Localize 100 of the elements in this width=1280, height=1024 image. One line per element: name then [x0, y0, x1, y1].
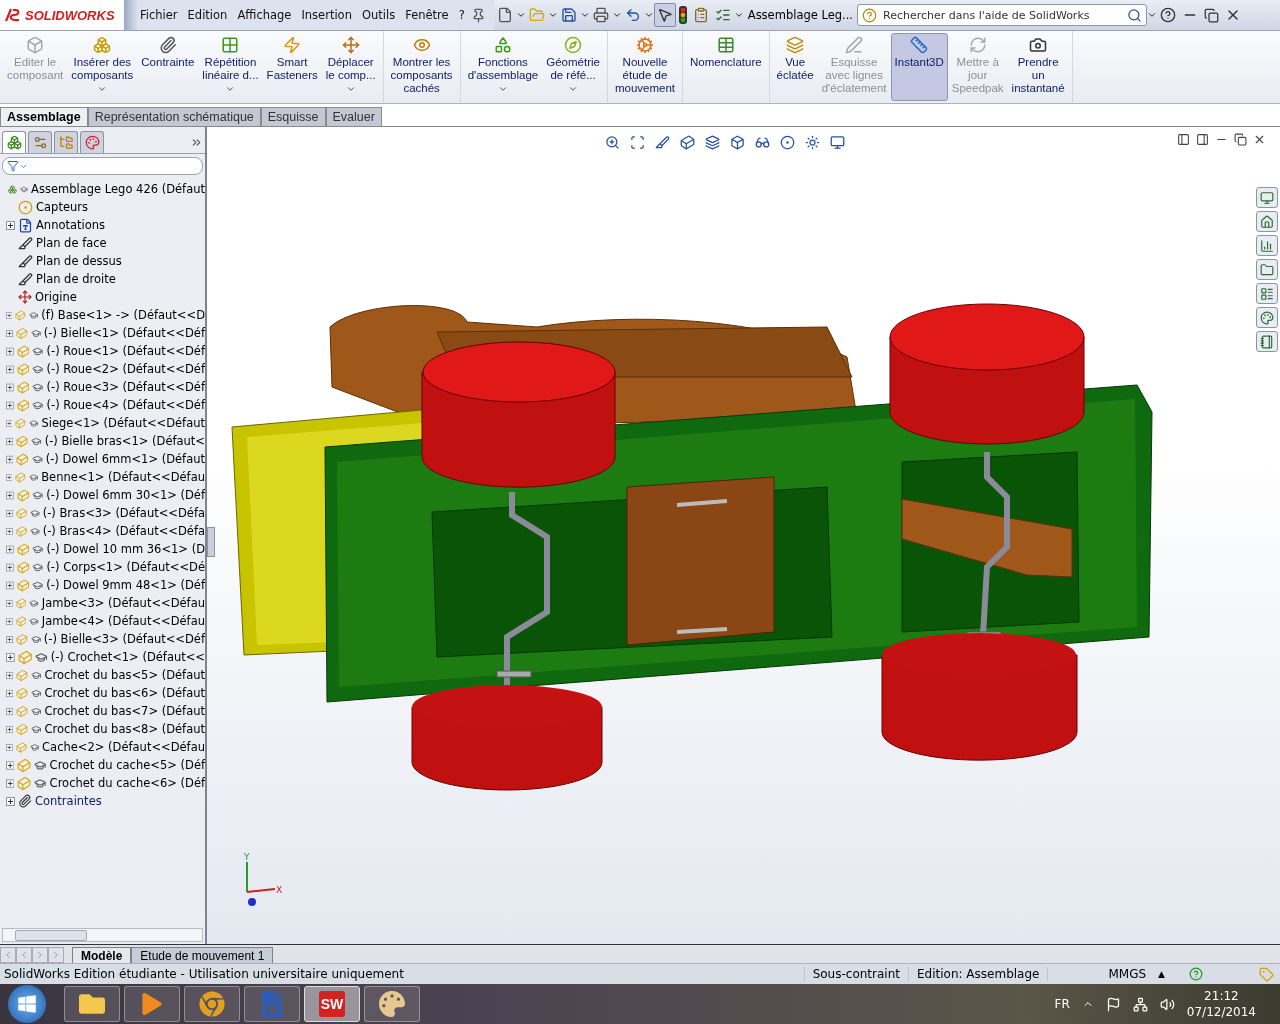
- expand-icon[interactable]: [6, 454, 14, 464]
- task-pane-button[interactable]: [1256, 211, 1278, 232]
- task-pane-button[interactable]: [1256, 235, 1278, 256]
- expand-icon[interactable]: [6, 436, 14, 446]
- tree-item[interactable]: Cache<2> (Défaut<<Défau: [6, 738, 205, 756]
- expand-icon[interactable]: [6, 724, 14, 734]
- tree-item[interactable]: (-) Bielle<3> (Défaut<<Déf: [6, 630, 205, 648]
- expand-icon[interactable]: [6, 688, 14, 698]
- tree-item[interactable]: Jambe<4> (Défaut<<Défau: [6, 612, 205, 630]
- expand-icon[interactable]: [6, 796, 15, 806]
- ribbon-button[interactable]: Nouvelle étude de mouvement: [610, 33, 679, 101]
- tree-item[interactable]: Crochet du bas<5> (Défaut: [6, 666, 205, 684]
- tree-item[interactable]: (-) Dowel 9mm 48<1> (Déf: [6, 576, 205, 594]
- taskbar-button[interactable]: [124, 986, 180, 1022]
- menu-item[interactable]: Fichier: [136, 8, 182, 22]
- expand-icon[interactable]: [6, 310, 13, 320]
- tree-item[interactable]: Siege<1> (Défaut<<Défaut: [6, 414, 205, 432]
- task-pane-button[interactable]: [1256, 259, 1278, 280]
- save-icon[interactable]: [560, 7, 577, 23]
- panel-tab[interactable]: [28, 131, 52, 153]
- tree-item[interactable]: Origine: [6, 288, 205, 306]
- new-document-icon[interactable]: [496, 7, 513, 23]
- expand-icon[interactable]: [6, 652, 15, 662]
- ribbon-button[interactable]: Montrer les composants cachés: [386, 33, 457, 101]
- menu-item[interactable]: Fenêtre: [401, 8, 453, 22]
- expand-icon[interactable]: [6, 400, 14, 410]
- restore-icon[interactable]: [1204, 7, 1219, 23]
- tree-item[interactable]: (-) Roue<1> (Défaut<<Déf: [6, 342, 205, 360]
- tree-item[interactable]: Crochet du bas<7> (Défaut: [6, 702, 205, 720]
- layers-icon[interactable]: [705, 134, 720, 150]
- units-caret[interactable]: ▲: [1154, 969, 1169, 979]
- tree-item[interactable]: Contraintes: [6, 792, 205, 810]
- ribbon-button[interactable]: Smart Fasteners: [262, 33, 322, 101]
- tree-item[interactable]: Crochet du bas<6> (Défaut: [6, 684, 205, 702]
- command-tab[interactable]: Evaluer: [325, 107, 382, 126]
- tree-item[interactable]: (-) Dowel 6mm<1> (Défaut: [6, 450, 205, 468]
- ribbon-button[interactable]: Géométrie de réfé...: [542, 33, 604, 101]
- tree-item[interactable]: (-) Bras<3> (Défaut<<Défa: [6, 504, 205, 522]
- language-indicator[interactable]: FR: [1054, 997, 1070, 1011]
- tree-item[interactable]: Plan de face: [6, 234, 205, 252]
- menu-item[interactable]: Outils: [357, 8, 400, 22]
- tree-item[interactable]: (-) Bielle<1> (Défaut<<Déf: [6, 324, 205, 342]
- menu-item[interactable]: Edition: [183, 8, 232, 22]
- expand-icon[interactable]: [6, 562, 14, 572]
- filter-field[interactable]: [2, 157, 203, 175]
- panel-tab[interactable]: [80, 131, 104, 153]
- expand-icon[interactable]: [6, 598, 13, 608]
- tree-item[interactable]: (-) Roue<3> (Défaut<<Déf: [6, 378, 205, 396]
- horizontal-scrollbar[interactable]: [2, 928, 203, 942]
- model-tab[interactable]: Etude de mouvement 1: [131, 947, 274, 963]
- box-icon[interactable]: [730, 134, 745, 150]
- caret-icon[interactable]: [97, 84, 108, 94]
- caret-icon[interactable]: [345, 84, 356, 94]
- tree-item[interactable]: Plan de droite: [6, 270, 205, 288]
- tree-item[interactable]: Benne<1> (Défaut<<Défau: [6, 468, 205, 486]
- cube-icon[interactable]: [680, 134, 695, 150]
- caret-icon[interactable]: [547, 10, 558, 20]
- ribbon-button[interactable]: Prendre un instantané: [1007, 33, 1069, 101]
- task-pane-button[interactable]: [1256, 331, 1278, 352]
- expand-icon[interactable]: [6, 616, 13, 626]
- tree-item[interactable]: (-) Dowel 6mm 30<1> (Déf: [6, 486, 205, 504]
- task-pane-button[interactable]: [1256, 187, 1278, 208]
- model-tab[interactable]: Modèle: [72, 947, 132, 963]
- help-icon[interactable]: [1160, 7, 1176, 23]
- flag-icon[interactable]: [1105, 996, 1121, 1012]
- expand-icon[interactable]: [6, 220, 15, 230]
- ribbon-button[interactable]: Fonctions d'assemblage: [463, 33, 543, 101]
- ribbon-button[interactable]: Vue éclatée: [772, 33, 818, 101]
- print-icon[interactable]: [592, 7, 609, 23]
- volume-icon[interactable]: [1159, 996, 1175, 1012]
- tree-item[interactable]: (-) Roue<4> (Défaut<<Déf: [6, 396, 205, 414]
- panel-collapse-handle[interactable]: [207, 527, 215, 557]
- tree-item[interactable]: (-) Crochet<1> (Défaut<<: [6, 648, 205, 666]
- clock[interactable]: 21:12 07/12/2014: [1186, 988, 1256, 1020]
- tree-item[interactable]: Plan de dessus: [6, 252, 205, 270]
- task-pane-button[interactable]: [1256, 283, 1278, 304]
- expand-icon[interactable]: [6, 544, 14, 554]
- select-button[interactable]: [653, 3, 676, 27]
- expand-icon[interactable]: [6, 508, 13, 518]
- network-icon[interactable]: [1132, 996, 1148, 1012]
- caret-icon[interactable]: [579, 10, 590, 20]
- section-view-icon[interactable]: [655, 134, 670, 150]
- tree-item[interactable]: (-) Bielle bras<1> (Défaut<: [6, 432, 205, 450]
- search-input[interactable]: Rechercher dans l'aide de SolidWorks: [881, 7, 1123, 23]
- command-tab[interactable]: Esquisse: [260, 107, 326, 126]
- expand-icon[interactable]: [6, 418, 13, 428]
- caret-icon[interactable]: [515, 10, 526, 20]
- tree-item[interactable]: Crochet du cache<6> (Déf: [6, 774, 205, 792]
- target-icon[interactable]: [780, 134, 795, 150]
- expand-icon[interactable]: [6, 706, 14, 716]
- start-button[interactable]: [8, 985, 46, 1023]
- expand-icon[interactable]: [6, 364, 14, 374]
- expand-icon[interactable]: [6, 382, 14, 392]
- tree-item[interactable]: (f) Base<1> -> (Défaut<<D: [6, 306, 205, 324]
- tree-item[interactable]: (-) Dowel 10 mm 36<1> (D: [6, 540, 205, 558]
- pin-icon[interactable]: [470, 7, 486, 23]
- caret-icon[interactable]: [497, 84, 508, 94]
- ribbon-button[interactable]: Nomenclature: [686, 33, 766, 101]
- tile-left-icon[interactable]: [1177, 133, 1190, 146]
- caret-icon[interactable]: [643, 10, 654, 20]
